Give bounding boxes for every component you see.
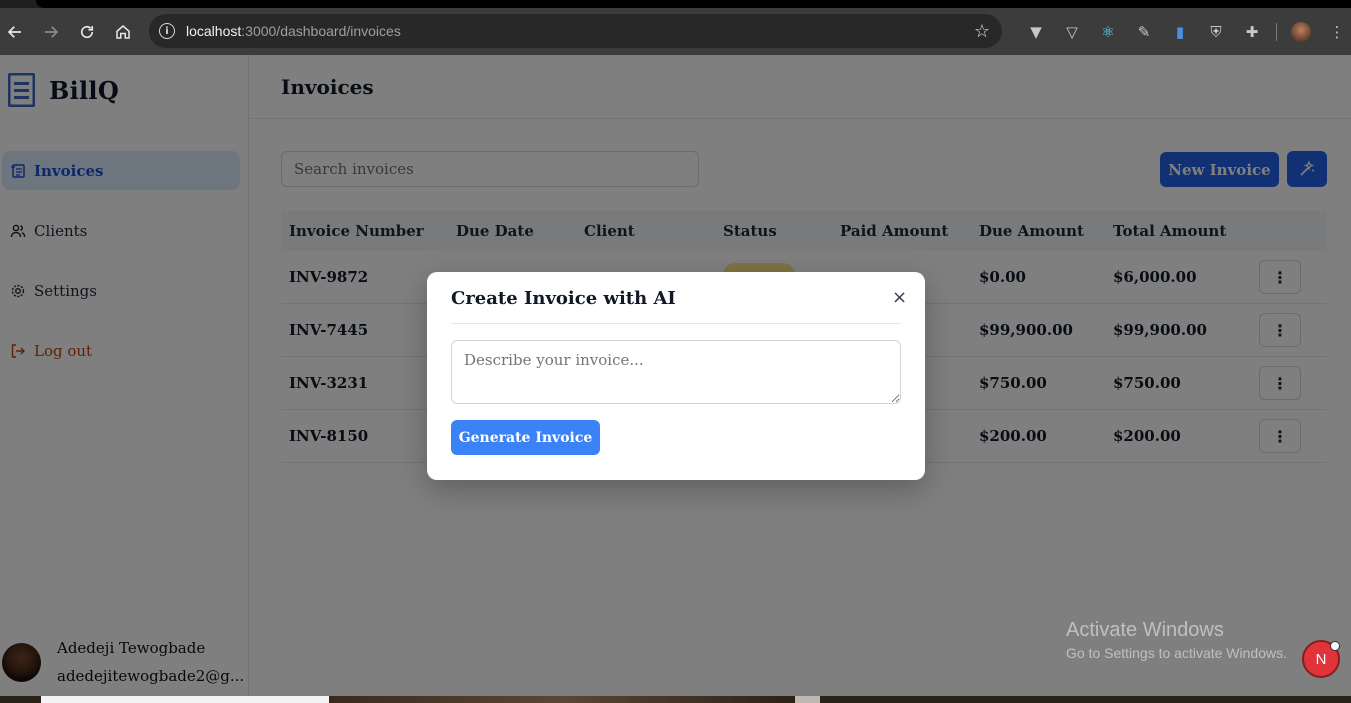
tab-strip-bar	[36, 0, 1351, 8]
site-info-icon[interactable]: i	[159, 23, 175, 39]
home-button[interactable]	[105, 14, 141, 50]
extensions-puzzle-icon[interactable]: ✚	[1234, 14, 1270, 50]
os-taskbar	[0, 696, 1351, 703]
taskbar-segment	[41, 696, 329, 703]
close-icon[interactable]: ×	[892, 287, 907, 308]
taskbar-segment	[329, 696, 795, 703]
taskbar-segment	[795, 696, 820, 703]
docs-extension-icon[interactable]: ▮	[1162, 14, 1198, 50]
reload-icon	[80, 25, 94, 38]
forward-button[interactable]	[33, 14, 69, 50]
windows-activation-watermark: Activate Windows Go to Settings to activ…	[1066, 619, 1287, 661]
vue-devtools-icon[interactable]: ▼	[1018, 14, 1054, 50]
browser-toolbar: i localhost:3000/dashboard/invoices ☆ ▼ …	[0, 8, 1351, 55]
profile-avatar[interactable]	[1283, 14, 1319, 50]
watermark-title: Activate Windows	[1066, 619, 1224, 641]
reload-button[interactable]	[69, 14, 105, 50]
shield-extension-icon[interactable]: ⛨	[1198, 14, 1234, 50]
modal-divider	[451, 323, 901, 324]
back-button[interactable]	[0, 14, 33, 50]
arrow-left-icon	[7, 25, 21, 38]
toolbar-separator	[1276, 22, 1277, 41]
color-picker-icon[interactable]: ✎	[1126, 14, 1162, 50]
ai-invoice-modal: Create Invoice with AI × Generate Invoic…	[427, 272, 925, 480]
vue-devtools-alt-icon[interactable]: ▽	[1054, 14, 1090, 50]
generate-invoice-button[interactable]: Generate Invoice	[451, 420, 600, 455]
extensions-row: ▼ ▽ ⚛ ✎ ▮ ⛨ ✚ ⋮	[1018, 8, 1351, 55]
arrow-right-icon	[45, 25, 59, 38]
browser-menu-icon[interactable]: ⋮	[1319, 14, 1351, 50]
address-bar[interactable]: i localhost:3000/dashboard/invoices ☆	[149, 14, 1002, 48]
home-icon	[116, 24, 130, 39]
tab-strip	[0, 0, 1351, 8]
modal-title: Create Invoice with AI	[451, 288, 676, 309]
notification-dot	[1330, 641, 1340, 651]
watermark-subtitle: Go to Settings to activate Windows.	[1066, 645, 1287, 661]
bookmark-star-icon[interactable]: ☆	[974, 21, 990, 42]
react-devtools-icon[interactable]: ⚛	[1090, 14, 1126, 50]
profile-icon	[1291, 21, 1311, 42]
url-text[interactable]: localhost:3000/dashboard/invoices	[186, 23, 401, 39]
invoice-description-input[interactable]	[451, 340, 901, 404]
